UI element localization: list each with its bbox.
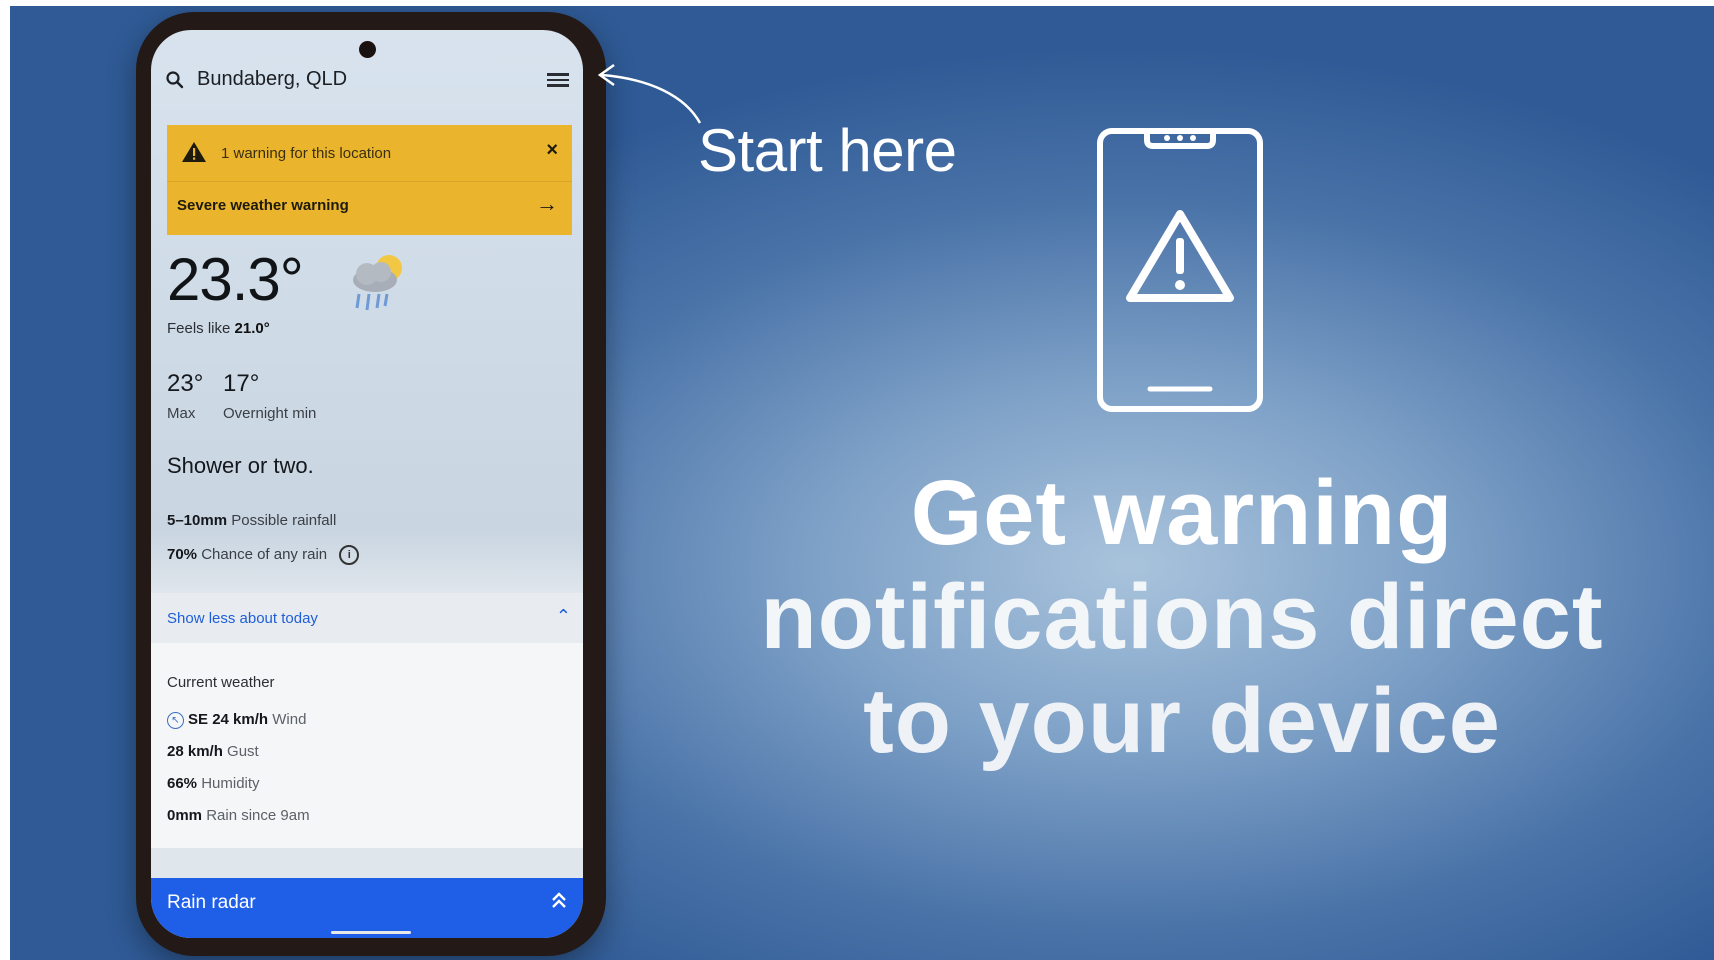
feels-like-label: Feels like bbox=[167, 320, 231, 337]
chevron-up-icon[interactable]: ⌃ bbox=[556, 606, 571, 627]
location-search-field[interactable]: Bundaberg, QLD bbox=[197, 68, 347, 91]
headline-line-2: notifications direct bbox=[760, 566, 1604, 668]
warning-banner: 1 warning for this location × Severe wea… bbox=[167, 125, 572, 235]
chance-value: 70% bbox=[167, 545, 198, 563]
rain-label: Rain since 9am bbox=[206, 807, 310, 824]
current-weather-title: Current weather bbox=[167, 674, 275, 691]
rain-since-row: 0mm Rain since 9am bbox=[167, 807, 310, 824]
humidity-label: Humidity bbox=[201, 775, 260, 792]
feels-like: Feels like 21.0° bbox=[167, 320, 270, 337]
phone-warning-icon bbox=[1097, 128, 1263, 412]
rain-cloud-icon bbox=[353, 255, 402, 311]
wind-label: Wind bbox=[272, 711, 307, 728]
front-camera bbox=[359, 41, 376, 58]
wind-value: 24 km/h bbox=[212, 711, 269, 728]
humidity-value: 66% bbox=[167, 775, 198, 792]
chance-label: Chance of any rain bbox=[201, 545, 328, 563]
show-less-label[interactable]: Show less about today bbox=[167, 610, 318, 627]
gust-row: 28 km/h Gust bbox=[167, 743, 259, 760]
show-less-toggle[interactable]: Show less about today ⌃ bbox=[151, 593, 583, 643]
current-weather-panel: Current weather ↖ SE 24 km/h Wind 28 km/h… bbox=[151, 643, 583, 848]
phone-screen: Bundaberg, QLD 1 warning for this locati… bbox=[151, 30, 583, 938]
min-temperature: 17° bbox=[223, 370, 260, 397]
menu-icon[interactable] bbox=[547, 70, 569, 90]
rain-radar-button[interactable]: Rain radar bbox=[151, 878, 583, 938]
max-temperature: 23° bbox=[167, 370, 204, 397]
info-icon[interactable]: i bbox=[339, 545, 360, 565]
rainfall-label: Possible rainfall bbox=[231, 512, 337, 529]
slide-background: Bundaberg, QLD 1 warning for this locati… bbox=[10, 6, 1714, 960]
wind-row: ↖ SE 24 km/h Wind bbox=[167, 711, 306, 729]
chance-of-rain: 70% Chance of any rain i bbox=[167, 545, 360, 565]
rain-value: 0mm bbox=[167, 807, 203, 824]
headline-line-1: Get warning bbox=[910, 462, 1454, 564]
max-label: Max bbox=[167, 405, 196, 422]
forecast-summary: Shower or two. bbox=[167, 453, 314, 478]
home-indicator[interactable] bbox=[331, 931, 411, 934]
start-here-callout: Start here bbox=[698, 117, 957, 184]
humidity-row: 66% Humidity bbox=[167, 775, 260, 792]
gust-label: Gust bbox=[227, 743, 259, 760]
gust-value: 28 km/h bbox=[167, 743, 223, 760]
search-icon[interactable] bbox=[165, 70, 185, 90]
callout-arrow-icon bbox=[597, 63, 702, 124]
warning-count: 1 warning for this location bbox=[221, 145, 392, 162]
current-temperature: 23.3° bbox=[167, 246, 304, 313]
feels-like-value: 21.0° bbox=[234, 320, 270, 337]
headline: Get warning notifications direct to your… bbox=[650, 461, 1714, 773]
headline-line-3: to your device bbox=[863, 670, 1501, 772]
warning-header: 1 warning for this location × bbox=[167, 125, 572, 182]
severe-weather-warning-link[interactable]: Severe weather warning bbox=[177, 197, 349, 214]
wind-direction-icon: ↖ bbox=[167, 711, 184, 729]
min-label: Overnight min bbox=[223, 405, 317, 422]
rainfall-value: 5–10mm bbox=[167, 512, 228, 529]
double-chevron-up-icon[interactable] bbox=[549, 890, 569, 912]
warning-triangle-icon bbox=[182, 142, 206, 162]
possible-rainfall: 5–10mm Possible rainfall bbox=[167, 512, 336, 529]
wind-direction: SE bbox=[188, 711, 209, 728]
close-icon[interactable]: × bbox=[546, 139, 558, 162]
arrow-right-icon[interactable]: → bbox=[536, 191, 558, 217]
rain-radar-label[interactable]: Rain radar bbox=[167, 892, 256, 914]
